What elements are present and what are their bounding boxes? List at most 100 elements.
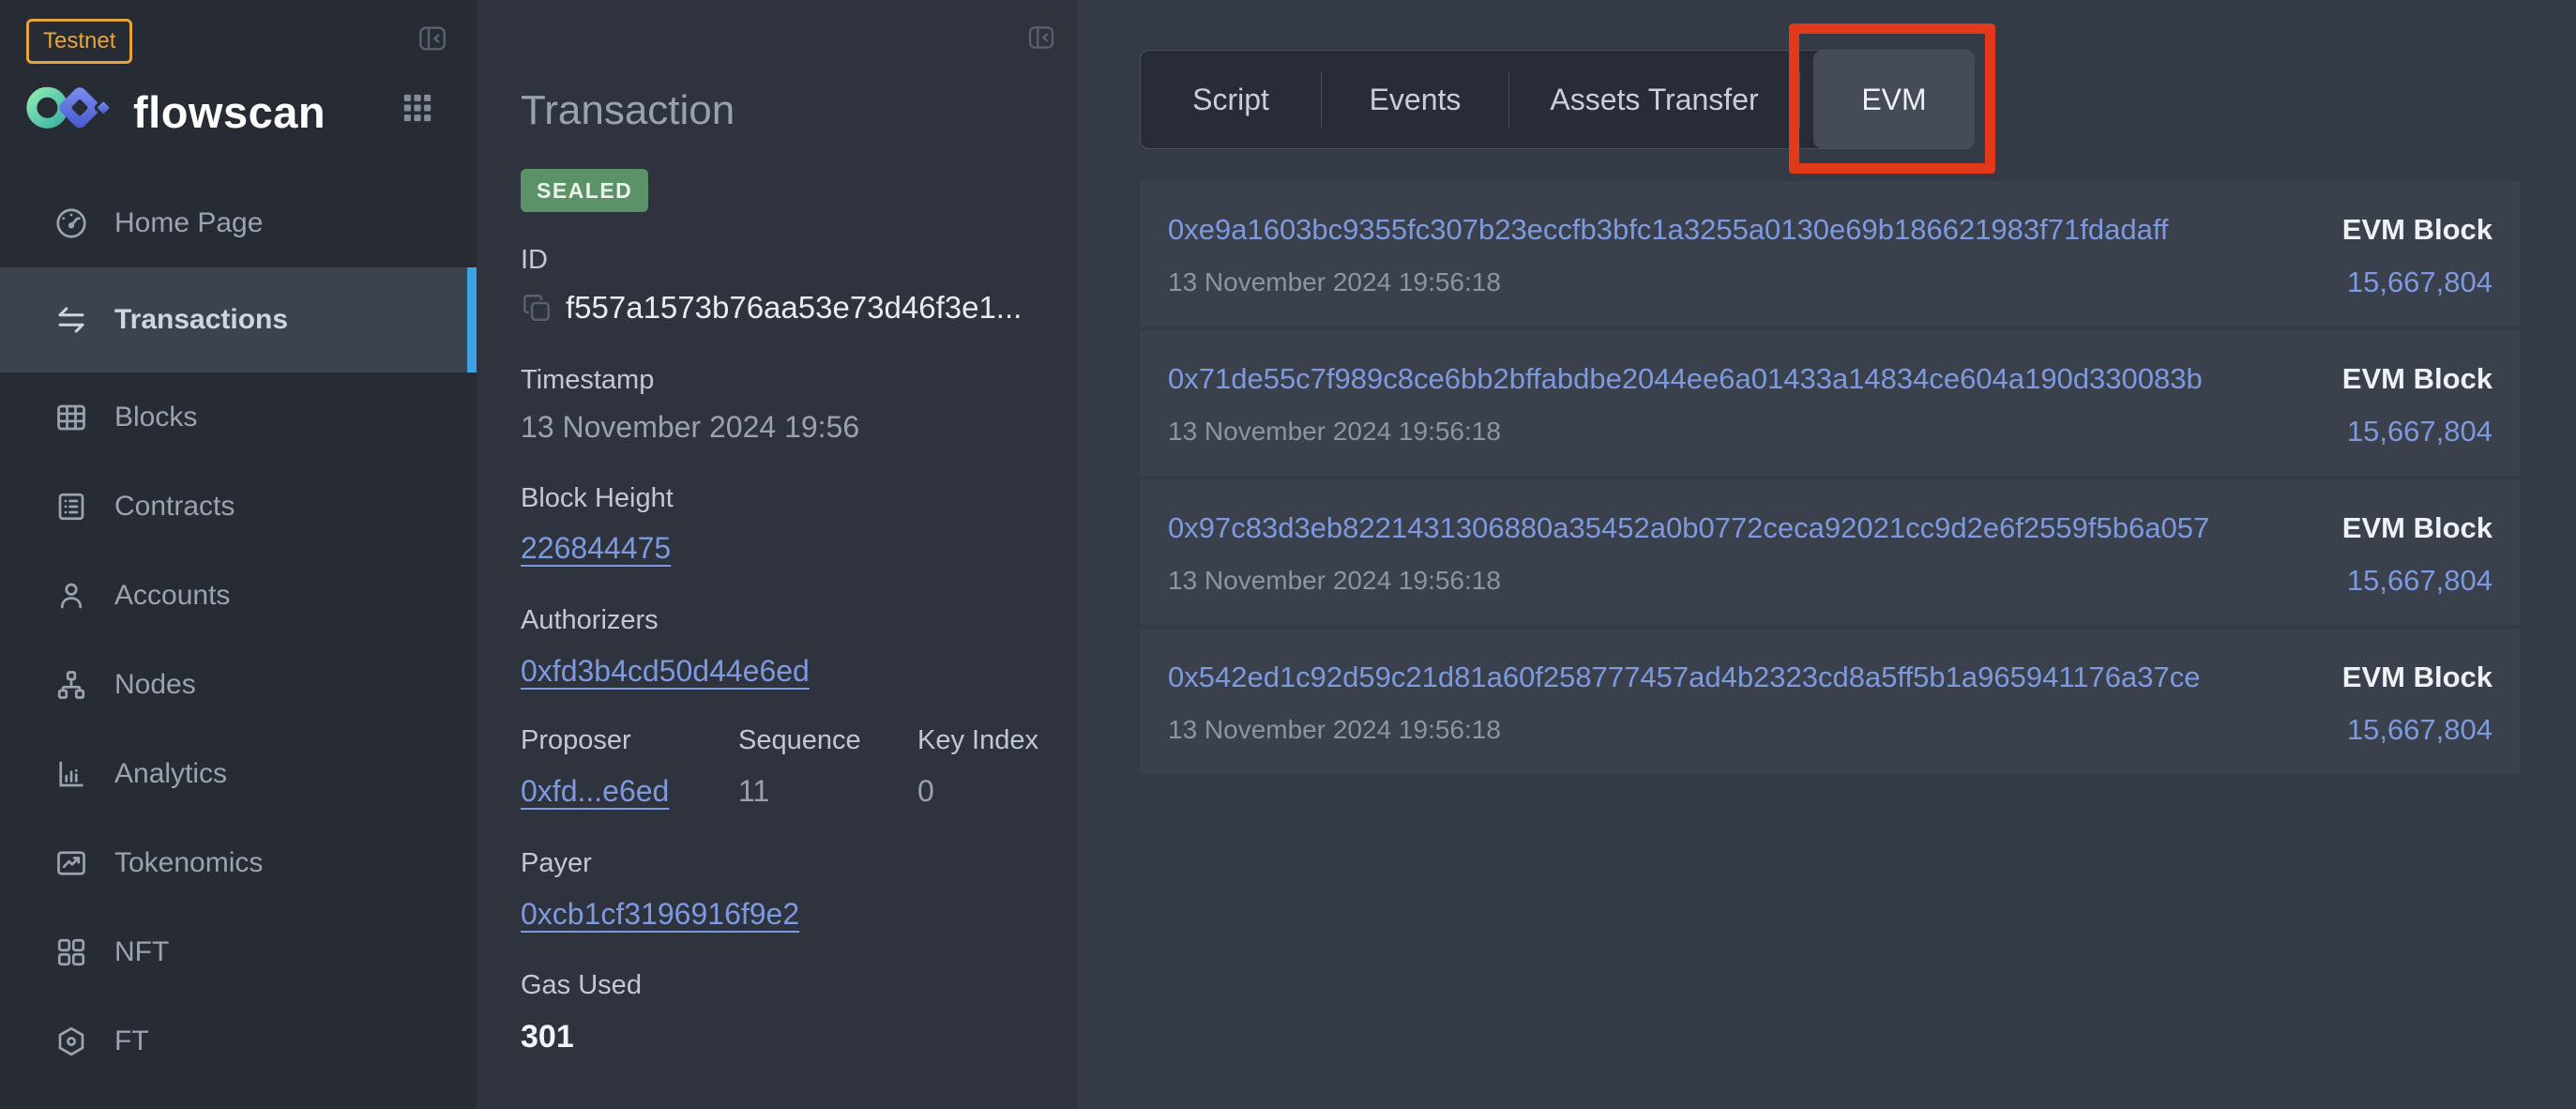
sequence-label: Sequence (738, 726, 917, 754)
proposer-label: Proposer (521, 726, 738, 754)
evm-transaction-list: 0xe9a1603bc9355fc307b23eccfb3bfc1a3255a0… (1140, 181, 2521, 778)
sidebar-item-label: Nodes (114, 669, 196, 701)
bar-chart-icon (54, 757, 88, 791)
row-right: EVM Block 15,667,804 (2305, 660, 2493, 774)
authorizers-label: Authorizers (521, 606, 1043, 634)
payer-link[interactable]: 0xcb1cf3196916f9e2 (521, 897, 799, 931)
row-left: 0x71de55c7f989c8ce6bb2bffabdbe2044ee6a01… (1168, 361, 2203, 476)
gauge-icon (54, 206, 88, 240)
sidebar-item-label: Contracts (114, 491, 235, 523)
collapse-panel-icon (417, 23, 448, 57)
evm-block-number-link[interactable]: 15,667,804 (2347, 267, 2493, 297)
sidebar-item-label: Analytics (114, 758, 227, 790)
token-cube-icon (54, 1025, 88, 1058)
tab-evm[interactable]: EVM (1813, 51, 1975, 148)
tab-script[interactable]: Script (1141, 83, 1321, 117)
authorizers-link[interactable]: 0xfd3b4cd50d44e6ed (521, 654, 810, 688)
sidebar-item-blocks[interactable]: Blocks (0, 372, 477, 462)
evm-block-label: EVM Block (2342, 510, 2493, 546)
tab-assets-transfer[interactable]: Assets Transfer (1509, 83, 1799, 117)
document-list-icon (54, 490, 88, 524)
sidebar-item-tokenomics[interactable]: Tokenomics (0, 818, 477, 907)
sidebar-collapse-button[interactable] (417, 23, 448, 57)
sidebar-item-label: Tokenomics (114, 847, 263, 879)
main-content: Script Events Assets Transfer EVM 0xe9a1… (1077, 0, 2576, 1109)
row-left: 0x542ed1c92d59c21d81a60f258777457ad4b232… (1168, 660, 2200, 774)
sidebar-item-accounts[interactable]: Accounts (0, 551, 477, 640)
flowscan-logo (24, 79, 114, 140)
transaction-id-row: f557a1573b76aa53e73d46f3e1... (521, 291, 1043, 325)
sequence-value: 11 (738, 774, 917, 808)
sidebar-item-label: Home Page (114, 207, 263, 239)
tab-events[interactable]: Events (1322, 83, 1508, 117)
evm-block-number-link[interactable]: 15,667,804 (2347, 417, 2493, 447)
row-right: EVM Block 15,667,804 (2305, 212, 2493, 327)
tab-divider (1799, 71, 1800, 128)
panel-collapse-button[interactable] (1026, 23, 1056, 55)
timestamp-label: Timestamp (521, 366, 1043, 394)
id-label: ID (521, 246, 1043, 274)
hierarchy-icon (54, 668, 88, 702)
evm-block-label: EVM Block (2342, 660, 2493, 695)
row-left: 0x97c83d3eb8221431306880a35452a0b0772cec… (1168, 510, 2209, 625)
sidebar-item-transactions[interactable]: Transactions (0, 267, 477, 372)
transaction-hash-link[interactable]: 0xe9a1603bc9355fc307b23eccfb3bfc1a3255a0… (1168, 212, 2169, 248)
sidebar-item-label: Accounts (114, 580, 230, 612)
transaction-timestamp: 13 November 2024 19:56:18 (1168, 267, 2169, 297)
swap-arrows-icon (54, 303, 88, 337)
person-icon (54, 579, 88, 613)
key-index-label: Key Index (917, 726, 1043, 754)
sidebar-item-contracts[interactable]: Contracts (0, 462, 477, 551)
sidebar-nav: Home Page Transactions Blocks (0, 178, 477, 1086)
gas-used-value: 301 (521, 1019, 1043, 1055)
table-grid-icon (54, 401, 88, 434)
apps-grid-button[interactable] (402, 92, 433, 127)
evm-block-label: EVM Block (2342, 212, 2493, 248)
evm-transaction-row: 0xe9a1603bc9355fc307b23eccfb3bfc1a3255a0… (1140, 181, 2521, 327)
evm-transaction-row: 0x542ed1c92d59c21d81a60f258777457ad4b232… (1140, 629, 2521, 774)
row-right: EVM Block 15,667,804 (2305, 510, 2493, 625)
sidebar-item-nodes[interactable]: Nodes (0, 640, 477, 729)
grid-icon (402, 92, 433, 127)
brand-name: flowscan (133, 86, 326, 138)
row-right: EVM Block 15,667,804 (2305, 361, 2493, 476)
timestamp-value: 13 November 2024 19:56 (521, 410, 1043, 444)
sidebar-item-home-page[interactable]: Home Page (0, 178, 477, 267)
block-height-label: Block Height (521, 484, 1043, 512)
transaction-timestamp: 13 November 2024 19:56:18 (1168, 417, 2203, 447)
evm-block-number-link[interactable]: 15,667,804 (2347, 715, 2493, 745)
sidebar-item-label: Transactions (114, 304, 288, 336)
evm-block-number-link[interactable]: 15,667,804 (2347, 566, 2493, 596)
sidebar-item-label: NFT (114, 936, 169, 968)
transaction-timestamp: 13 November 2024 19:56:18 (1168, 566, 2209, 596)
transaction-hash-link[interactable]: 0x71de55c7f989c8ce6bb2bffabdbe2044ee6a01… (1168, 361, 2203, 397)
sidebar-item-analytics[interactable]: Analytics (0, 729, 477, 818)
sidebar-item-nft[interactable]: NFT (0, 907, 477, 996)
trend-chart-icon (54, 846, 88, 880)
proposer-link[interactable]: 0xfd...e6ed (521, 774, 669, 808)
status-badge: SEALED (521, 169, 648, 212)
evm-transaction-row: 0x97c83d3eb8221431306880a35452a0b0772cec… (1140, 479, 2521, 625)
evm-transaction-row: 0x71de55c7f989c8ce6bb2bffabdbe2044ee6a01… (1140, 330, 2521, 476)
transaction-panel: Transaction SEALED ID f557a1573b76aa53e7… (477, 0, 1077, 1109)
transaction-hash-link[interactable]: 0x542ed1c92d59c21d81a60f258777457ad4b232… (1168, 660, 2200, 695)
gas-used-label: Gas Used (521, 971, 1043, 999)
sidebar: Testnet flowscan (0, 0, 477, 1109)
four-squares-icon (54, 935, 88, 969)
transaction-hash-link[interactable]: 0x97c83d3eb8221431306880a35452a0b0772cec… (1168, 510, 2209, 546)
evm-block-label: EVM Block (2342, 361, 2493, 397)
sidebar-item-label: FT (114, 1025, 149, 1057)
block-height-link[interactable]: 226844475 (521, 531, 671, 565)
payer-label: Payer (521, 849, 1043, 877)
active-accent-bar (467, 267, 477, 372)
page-title: Transaction (521, 86, 1043, 135)
collapse-panel-icon (1026, 23, 1056, 55)
key-index-value: 0 (917, 774, 1043, 808)
network-badge: Testnet (26, 19, 132, 64)
copy-icon[interactable] (521, 292, 553, 324)
tab-bar: Script Events Assets Transfer EVM (1140, 50, 1975, 149)
sidebar-item-label: Blocks (114, 402, 197, 433)
transaction-id-value: f557a1573b76aa53e73d46f3e1... (566, 291, 1022, 325)
row-left: 0xe9a1603bc9355fc307b23eccfb3bfc1a3255a0… (1168, 212, 2169, 327)
sidebar-item-ft[interactable]: FT (0, 996, 477, 1086)
